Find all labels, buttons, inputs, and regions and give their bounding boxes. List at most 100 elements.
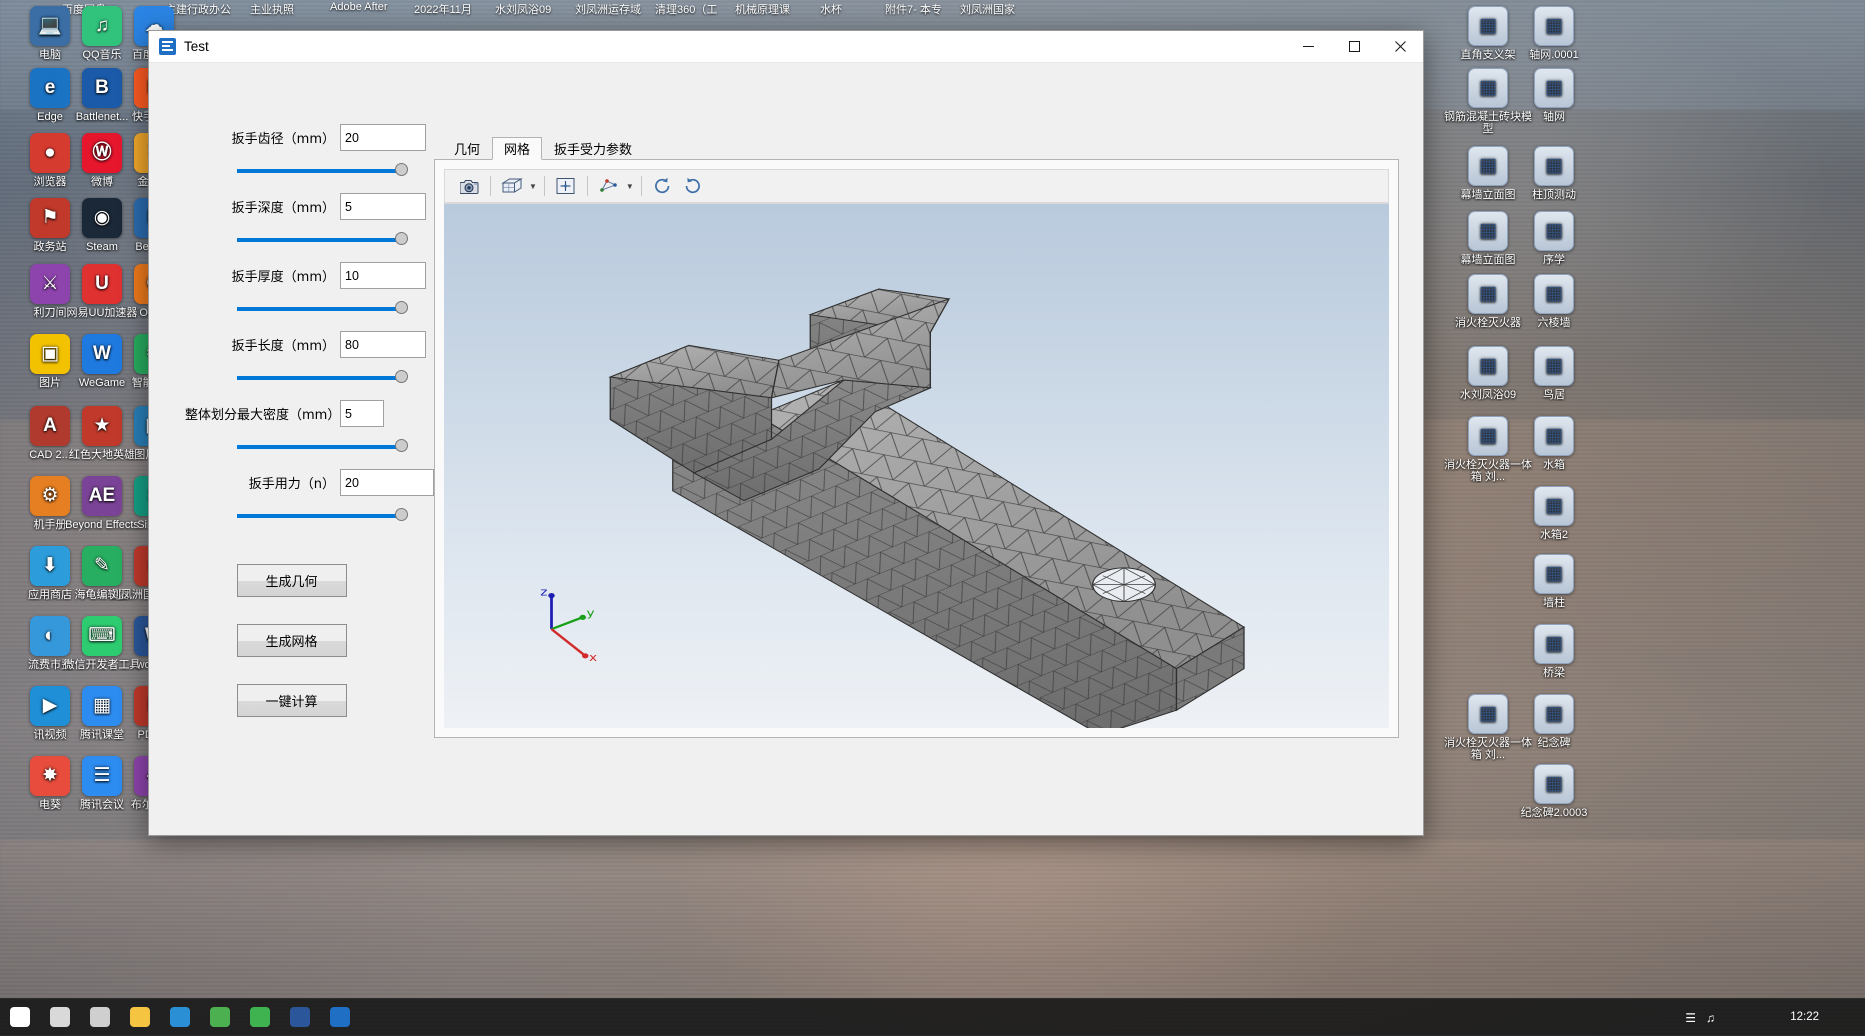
slider-thumb[interactable]: [395, 163, 408, 176]
param-slider[interactable]: [237, 158, 408, 184]
desktop-icon-glyph: ▦: [1534, 146, 1574, 186]
param-slider[interactable]: [237, 227, 408, 253]
taskbar-items[interactable]: [0, 999, 360, 1036]
desktop-icon[interactable]: ▦ 轴网: [1508, 68, 1600, 123]
fit-to-view-icon[interactable]: [552, 173, 580, 199]
param-label: 整体划分最大密度（mm）: [185, 408, 341, 423]
wallpaper-band-bottom: [0, 840, 1865, 1000]
desktop-top-label: 机械原理课: [735, 4, 790, 16]
desktop-top-label: 刘凤洲国家: [960, 4, 1015, 16]
tabstrip[interactable]: 几何 网格 扳手受力参数: [434, 135, 1399, 160]
desktop-icon[interactable]: ▦ 纪念碑2.0003: [1508, 764, 1600, 819]
desktop-icon[interactable]: ▦ 轴网.0001: [1508, 6, 1600, 61]
param-slider[interactable]: [237, 296, 408, 322]
screenshot-camera-icon[interactable]: [455, 173, 483, 199]
slider-thumb[interactable]: [395, 232, 408, 245]
param-input[interactable]: [340, 400, 384, 427]
clock-time: 12:22: [1790, 1011, 1819, 1023]
param-slider[interactable]: [237, 365, 408, 391]
select-nodes-icon[interactable]: [595, 173, 623, 199]
select-nodes-dropdown-icon[interactable]: ▼: [626, 182, 634, 191]
wrench-mesh-render: z y x: [540, 288, 1246, 728]
desktop-icon[interactable]: ▦ 纪念碑: [1508, 694, 1600, 749]
param-input[interactable]: [340, 469, 434, 496]
param-input[interactable]: [340, 331, 426, 358]
system-tray[interactable]: ☰ ♫: [1685, 999, 1715, 1036]
toolbar-separator: [640, 176, 642, 196]
window-titlebar[interactable]: Test: [149, 31, 1423, 63]
desktop-icon[interactable]: ▦ 序学: [1508, 211, 1600, 266]
desktop-icon[interactable]: ▦ 墙柱: [1508, 554, 1600, 609]
param-row: 整体划分最大密度（mm）: [149, 399, 434, 428]
close-button[interactable]: [1377, 31, 1423, 63]
tab-wrench-load-params[interactable]: 扳手受力参数: [542, 137, 644, 160]
slider-thumb[interactable]: [395, 508, 408, 521]
taskbar-app-chrome[interactable]: [200, 1000, 240, 1035]
generate-mesh-button[interactable]: 生成网格: [236, 624, 347, 657]
test-application-window[interactable]: Test 扳手齿径（mm） 扳手深度（mm） 扳手厚度（mm） 扳手长度（mm） 整体划…: [148, 30, 1424, 836]
taskbar-app-test-glyph: [330, 1007, 350, 1027]
desktop-icon-glyph: ▦: [1468, 6, 1508, 46]
toolbar-separator: [543, 176, 545, 196]
tray-network-icon[interactable]: ☰: [1685, 1011, 1696, 1025]
button-row: 生成几何: [149, 537, 434, 597]
desktop-icon-glyph: ▦: [1468, 416, 1508, 456]
param-input[interactable]: [340, 262, 426, 289]
tab-geometry[interactable]: 几何: [442, 137, 492, 160]
slider-track[interactable]: [237, 514, 402, 518]
rotate-cw-icon[interactable]: [649, 173, 677, 199]
slider-track[interactable]: [237, 445, 402, 449]
slider-track[interactable]: [237, 238, 402, 242]
mesh-viewport[interactable]: z y x: [444, 203, 1389, 728]
desktop-icon[interactable]: ▦ 鸟居: [1508, 346, 1600, 401]
generate-geometry-button[interactable]: 生成几何: [236, 564, 347, 597]
taskbar-clock[interactable]: 12:22: [1790, 999, 1819, 1036]
taskbar-app-explorer[interactable]: [120, 1000, 160, 1035]
desktop-icon-label: 六棱墙: [1537, 317, 1571, 329]
minimize-button[interactable]: [1285, 31, 1331, 63]
taskbar[interactable]: ☰ ♫ 12:22: [0, 998, 1865, 1035]
slider-track[interactable]: [237, 169, 402, 173]
desktop-icon[interactable]: ▦ 桥梁: [1508, 624, 1600, 679]
window-controls[interactable]: [1285, 31, 1423, 63]
tray-volume-icon[interactable]: ♫: [1706, 1011, 1715, 1025]
viewport-toolbar[interactable]: ▼ ▼: [444, 169, 1389, 203]
taskbar-app-test[interactable]: [320, 1000, 360, 1035]
search-icon-glyph: [50, 1007, 70, 1027]
slider-track[interactable]: [237, 376, 402, 380]
slider-track[interactable]: [237, 307, 402, 311]
desktop-icon-glyph: ▦: [1468, 274, 1508, 314]
desktop-icon[interactable]: ▦ 水箱: [1508, 416, 1600, 471]
desktop-icon-glyph: ▦: [1468, 146, 1508, 186]
view-cube-icon[interactable]: [498, 173, 526, 199]
slider-thumb[interactable]: [395, 301, 408, 314]
maximize-button[interactable]: [1331, 31, 1377, 63]
axis-x-label: x: [589, 650, 597, 663]
start-button[interactable]: [0, 1000, 40, 1035]
desktop-icon-glyph: ▦: [1534, 694, 1574, 734]
tab-mesh[interactable]: 网格: [492, 137, 543, 160]
task-view-icon[interactable]: [80, 1000, 120, 1035]
slider-thumb[interactable]: [395, 370, 408, 383]
view-cube-dropdown-icon[interactable]: ▼: [529, 182, 537, 191]
axis-y-label: y: [587, 606, 595, 619]
desktop-icon[interactable]: ▦ 水箱2: [1508, 486, 1600, 541]
search-icon[interactable]: [40, 1000, 80, 1035]
param-input[interactable]: [340, 193, 426, 220]
rotate-ccw-icon[interactable]: [679, 173, 707, 199]
desktop-icon-glyph: ▦: [1534, 764, 1574, 804]
one-click-calculate-button[interactable]: 一键计算: [236, 684, 347, 717]
desktop-icon[interactable]: ▦ 六棱墙: [1508, 274, 1600, 329]
param-slider[interactable]: [237, 503, 408, 529]
start-button-glyph: [10, 1007, 30, 1027]
tab-area: 几何 网格 扳手受力参数 ▼ ▼ z y x: [434, 63, 1423, 835]
taskbar-app-wechat[interactable]: [240, 1000, 280, 1035]
app-icon: [159, 38, 176, 55]
desktop-icon-glyph: ▦: [1534, 68, 1574, 108]
param-slider[interactable]: [237, 434, 408, 460]
taskbar-app-word[interactable]: [280, 1000, 320, 1035]
desktop-icon[interactable]: ▦ 柱顶测动: [1508, 146, 1600, 201]
param-input[interactable]: [340, 124, 426, 151]
taskbar-app-edge[interactable]: [160, 1000, 200, 1035]
slider-thumb[interactable]: [395, 439, 408, 452]
